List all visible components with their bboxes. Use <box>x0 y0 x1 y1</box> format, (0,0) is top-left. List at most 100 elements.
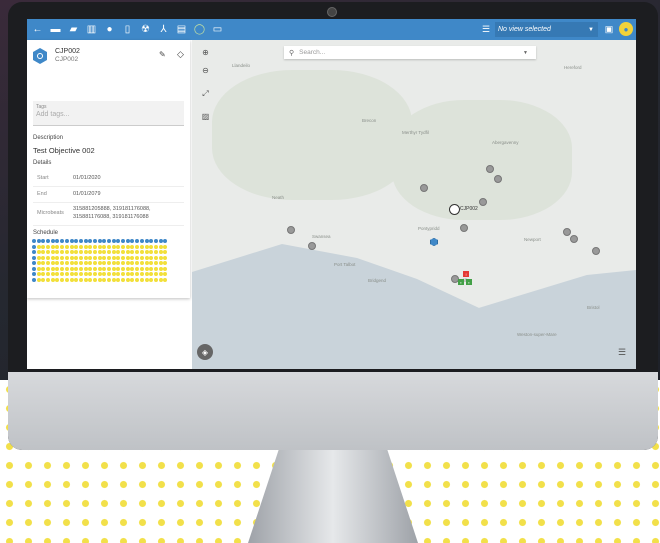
schedule-slot[interactable] <box>153 244 158 249</box>
schedule-slot[interactable] <box>60 239 65 243</box>
schedule-slot[interactable] <box>74 261 79 265</box>
schedule-slot[interactable] <box>74 250 79 254</box>
schedule-slot[interactable] <box>139 266 144 271</box>
schedule-slot[interactable] <box>74 277 79 282</box>
schedule-slot[interactable] <box>36 272 41 276</box>
schedule-slot[interactable] <box>116 239 121 243</box>
schedule-slot[interactable] <box>107 266 111 271</box>
schedule-slot[interactable] <box>111 250 116 254</box>
building-icon[interactable]: ▥ <box>84 22 99 37</box>
schedule-slot[interactable] <box>107 272 111 276</box>
schedule-slot[interactable] <box>111 272 116 276</box>
schedule-slot[interactable] <box>32 250 36 254</box>
schedule-grid[interactable] <box>32 239 182 291</box>
message-icon[interactable]: ▤ <box>174 22 189 37</box>
schedule-slot[interactable] <box>78 261 83 265</box>
list-icon[interactable]: ☰ <box>618 347 626 358</box>
schedule-slot[interactable] <box>50 250 55 254</box>
schedule-slot[interactable] <box>83 261 88 265</box>
schedule-slot[interactable] <box>60 244 65 249</box>
schedule-slot[interactable] <box>69 261 74 265</box>
schedule-slot[interactable] <box>92 250 97 254</box>
schedule-slot[interactable] <box>88 272 93 276</box>
schedule-slot[interactable] <box>144 266 149 271</box>
schedule-slot[interactable] <box>36 244 41 249</box>
schedule-slot[interactable] <box>32 239 36 243</box>
schedule-slot[interactable] <box>78 277 83 282</box>
layers-button[interactable]: ◈ <box>197 344 213 360</box>
schedule-slot[interactable] <box>139 261 144 265</box>
network-icon[interactable]: ⅄ <box>156 22 171 37</box>
schedule-slot[interactable] <box>60 272 65 276</box>
schedule-slot[interactable] <box>130 239 135 243</box>
schedule-slot[interactable] <box>116 272 121 276</box>
schedule-slot[interactable] <box>92 255 97 260</box>
map-marker[interactable] <box>563 228 571 236</box>
tags-field[interactable]: Tags Add tags... <box>33 101 184 126</box>
schedule-slot[interactable] <box>158 244 163 249</box>
car-icon[interactable]: ▬ <box>48 22 63 37</box>
schedule-slot[interactable] <box>135 277 140 282</box>
schedule-slot[interactable] <box>97 261 102 265</box>
zoom-in-icon[interactable]: ⊕ <box>200 47 211 58</box>
schedule-slot[interactable] <box>41 261 46 265</box>
schedule-slot[interactable] <box>144 239 149 243</box>
search-input[interactable]: Search... <box>299 49 325 56</box>
schedule-slot[interactable] <box>36 266 41 271</box>
schedule-slot[interactable] <box>139 250 144 254</box>
schedule-slot[interactable] <box>163 266 168 271</box>
schedule-slot[interactable] <box>83 272 88 276</box>
schedule-slot[interactable] <box>102 250 107 254</box>
map[interactable]: Llandeilo Hereford Merthyr Tydfil Pontyp… <box>192 40 636 369</box>
zoom-out-icon[interactable]: ⊖ <box>200 65 211 76</box>
schedule-slot[interactable] <box>36 255 41 260</box>
schedule-slot[interactable] <box>158 261 163 265</box>
schedule-slot[interactable] <box>121 261 126 265</box>
schedule-slot[interactable] <box>149 244 154 249</box>
schedule-slot[interactable] <box>158 255 163 260</box>
map-marker[interactable] <box>460 224 468 232</box>
schedule-slot[interactable] <box>32 266 36 271</box>
schedule-slot[interactable] <box>32 244 36 249</box>
schedule-slot[interactable] <box>64 239 69 243</box>
schedule-slot[interactable] <box>163 244 168 249</box>
schedule-slot[interactable] <box>55 261 60 265</box>
schedule-slot[interactable] <box>107 261 111 265</box>
schedule-slot[interactable] <box>153 277 158 282</box>
schedule-slot[interactable] <box>153 255 158 260</box>
schedule-slot[interactable] <box>125 261 130 265</box>
schedule-slot[interactable] <box>102 239 107 243</box>
schedule-slot[interactable] <box>121 239 126 243</box>
schedule-slot[interactable] <box>46 244 51 249</box>
schedule-slot[interactable] <box>60 266 65 271</box>
schedule-slot[interactable] <box>125 266 130 271</box>
schedule-slot[interactable] <box>46 255 51 260</box>
schedule-slot[interactable] <box>55 277 60 282</box>
schedule-slot[interactable] <box>78 250 83 254</box>
schedule-slot[interactable] <box>149 277 154 282</box>
schedule-slot[interactable] <box>121 244 126 249</box>
schedule-slot[interactable] <box>46 239 51 243</box>
schedule-slot[interactable] <box>107 255 111 260</box>
schedule-slot[interactable] <box>74 244 79 249</box>
map-marker[interactable] <box>308 242 316 250</box>
schedule-slot[interactable] <box>83 277 88 282</box>
schedule-slot[interactable] <box>125 277 130 282</box>
schedule-slot[interactable] <box>88 266 93 271</box>
schedule-slot[interactable] <box>144 277 149 282</box>
schedule-slot[interactable] <box>32 261 36 265</box>
map-marker[interactable] <box>479 198 487 206</box>
schedule-slot[interactable] <box>64 261 69 265</box>
schedule-slot[interactable] <box>55 250 60 254</box>
schedule-slot[interactable] <box>130 244 135 249</box>
schedule-slot[interactable] <box>64 277 69 282</box>
schedule-slot[interactable] <box>139 255 144 260</box>
map-marker[interactable] <box>570 235 578 243</box>
schedule-slot[interactable] <box>36 261 41 265</box>
schedule-slot[interactable] <box>135 250 140 254</box>
schedule-slot[interactable] <box>149 239 154 243</box>
schedule-slot[interactable] <box>88 250 93 254</box>
unit-flag-icon[interactable]: ▪ <box>466 279 472 285</box>
schedule-slot[interactable] <box>97 277 102 282</box>
schedule-slot[interactable] <box>92 261 97 265</box>
